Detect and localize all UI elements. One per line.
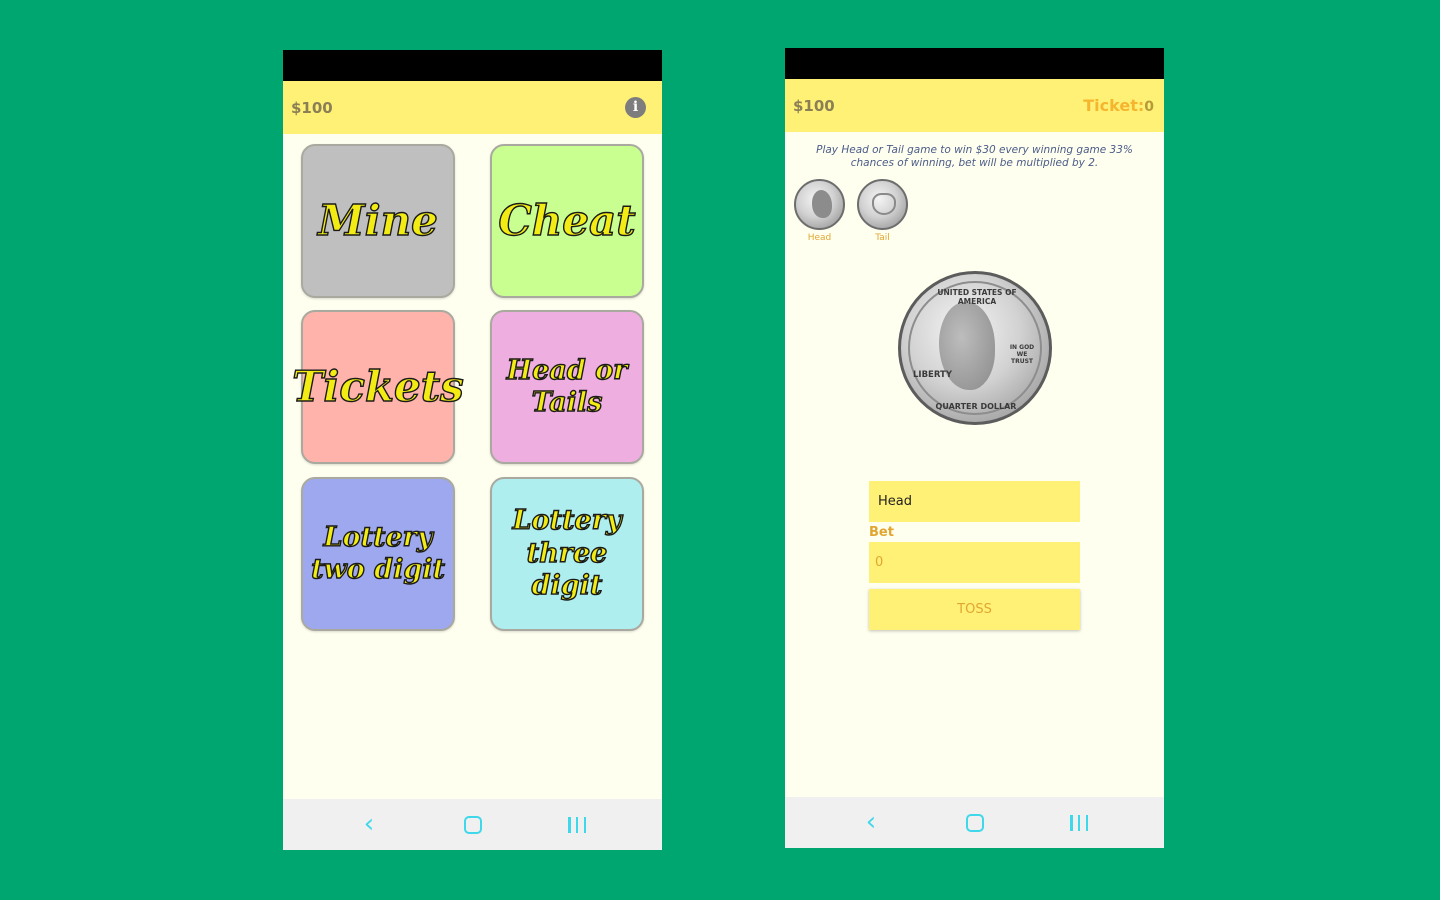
head-or-tail-screen: $100 Ticket:0 Play Head or Tail game to … [785, 48, 1164, 848]
ticket-counter: Ticket:0 [1083, 96, 1154, 115]
status-bar [785, 48, 1164, 79]
tile-head-or-tails-label: Head or Tails [506, 354, 628, 419]
head-option-label: Head [807, 233, 832, 243]
choice-value: Head [878, 494, 912, 509]
menu-screen: $100 i Mine Cheat Tickets Head or Tails … [283, 50, 662, 850]
tile-lottery-two-digit[interactable]: Lottery two digit [301, 477, 455, 631]
bet-input-container [869, 542, 1080, 583]
quarter-coin-image: UNITED STATES OF AMERICA LIBERTY IN GOD … [898, 271, 1052, 425]
navigation-bar: ‹ [785, 797, 1164, 848]
app-bar: $100 i [283, 81, 662, 134]
coin-liberty-text: LIBERTY [913, 370, 952, 380]
home-icon[interactable] [966, 814, 984, 832]
recent-apps-icon[interactable] [568, 817, 586, 833]
tile-head-or-tails[interactable]: Head or Tails [490, 310, 644, 464]
head-coin-icon [812, 190, 832, 218]
tail-coin-option[interactable] [857, 179, 908, 230]
back-icon[interactable]: ‹ [356, 811, 382, 838]
tile-lottery-two-digit-label: Lottery two digit [310, 521, 445, 586]
status-bar [283, 50, 662, 81]
coin-motto-text: IN GOD WE TRUST [1009, 344, 1035, 365]
tail-coin-icon [872, 193, 896, 215]
tile-tickets-label: Tickets [291, 361, 464, 411]
tile-lottery-three-digit[interactable]: Lottery three digit [490, 477, 644, 631]
bet-label: Bet [869, 525, 894, 540]
bet-input[interactable] [869, 542, 1080, 583]
tile-mine[interactable]: Mine [301, 144, 455, 298]
ticket-count: 0 [1144, 99, 1154, 115]
home-icon[interactable] [464, 816, 482, 834]
balance-label: $100 [793, 97, 835, 115]
head-coin-option[interactable] [794, 179, 845, 230]
app-bar: $100 Ticket:0 [785, 79, 1164, 132]
choice-selector[interactable]: Head [869, 481, 1080, 522]
game-description: Play Head or Tail game to win $30 every … [816, 144, 1133, 169]
tile-cheat[interactable]: Cheat [490, 144, 644, 298]
coin-top-text: UNITED STATES OF AMERICA [937, 288, 1017, 306]
tail-option-label: Tail [875, 233, 890, 243]
navigation-bar: ‹ [283, 799, 662, 850]
tile-mine-label: Mine [317, 195, 438, 245]
tile-tickets[interactable]: Tickets [291, 310, 465, 464]
back-icon[interactable]: ‹ [858, 809, 884, 836]
toss-button[interactable]: TOSS [869, 589, 1080, 630]
balance-label: $100 [291, 99, 333, 117]
tile-cheat-label: Cheat [498, 195, 637, 245]
coin-bottom-text: QUARTER DOLLAR [935, 402, 1017, 411]
info-icon[interactable]: i [625, 97, 646, 118]
ticket-label: Ticket: [1083, 96, 1145, 115]
recent-apps-icon[interactable] [1070, 815, 1088, 831]
tile-lottery-three-digit-label: Lottery three digit [512, 505, 622, 602]
